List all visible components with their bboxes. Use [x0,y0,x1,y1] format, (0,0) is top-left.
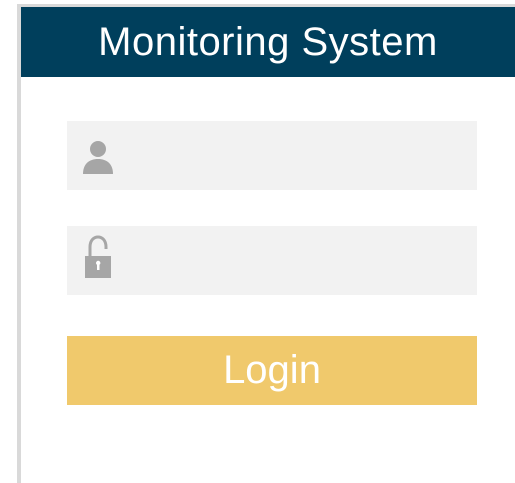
page-title: Monitoring System [21,7,515,77]
password-field[interactable] [67,226,477,295]
username-field[interactable] [67,121,477,190]
password-input[interactable] [123,226,463,295]
username-input[interactable] [123,121,463,190]
login-page: Monitoring System Login [0,0,515,483]
user-icon [81,138,115,176]
login-button[interactable]: Login [67,336,477,405]
padlock-icon [81,235,115,281]
